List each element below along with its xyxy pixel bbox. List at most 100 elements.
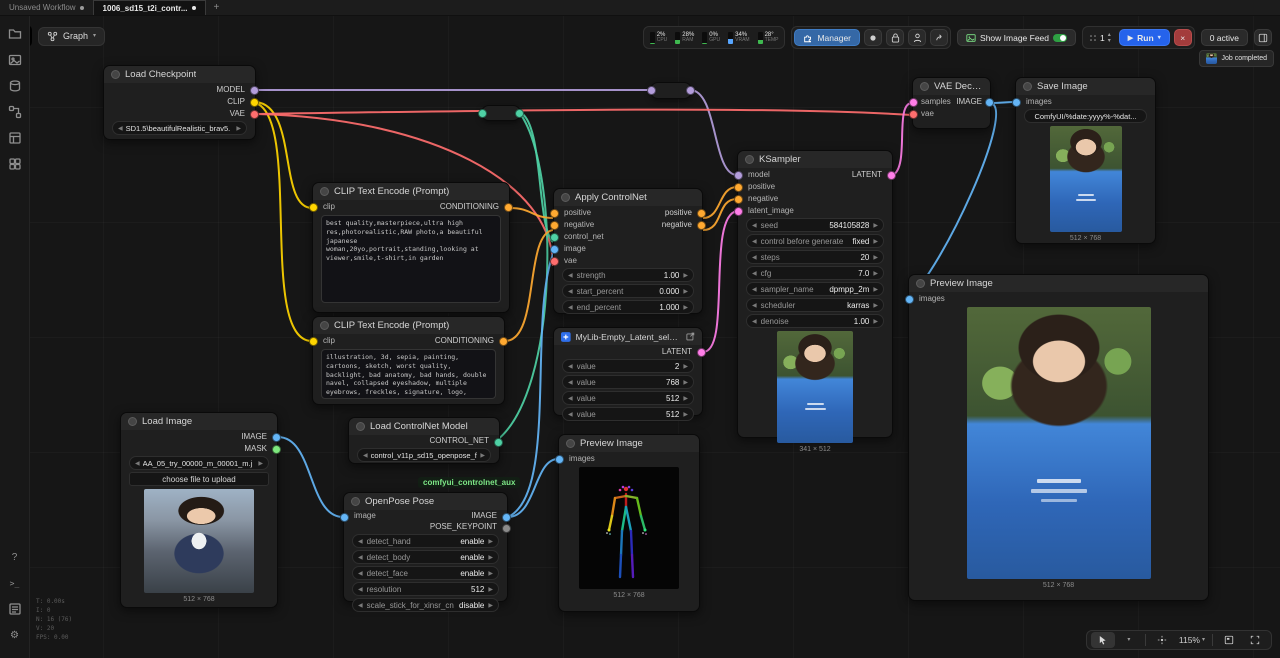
node-empty-latent-select[interactable]: MyLib-Empty_Latent_select3 LATENT ◀ valu… [553,327,703,416]
node-vae-decode[interactable]: VAE Deco... samples IMAGE vae [912,77,991,129]
active-jobs-badge[interactable]: 0 active [1201,29,1248,46]
input-slot-image[interactable] [550,245,559,254]
increment-icon[interactable]: ▶ [873,318,878,325]
output-slot-image[interactable] [985,98,994,107]
link-pose-preview[interactable] [508,459,558,517]
output-slot-control-net[interactable] [494,438,503,447]
widget-steps[interactable]: ◀ steps 20 ▶ [746,250,884,264]
input-slot-positive[interactable] [550,209,559,218]
output-slot-latent[interactable] [887,171,896,180]
widget-scale-stick[interactable]: ◀ scale_stick_for_xinsr_cn disable ▶ [352,598,499,612]
widget-detect-face[interactable]: ◀ detect_face enable ▶ [352,566,499,580]
decrement-icon[interactable]: ◀ [568,379,573,386]
decrement-icon[interactable]: ◀ [358,602,363,609]
controlnet-model-combo[interactable]: ◀ control_v11p_sd15_openpose_f ... ▶ [357,448,491,462]
output-slot-conditioning[interactable] [504,203,513,212]
terminal-icon[interactable]: >_ [4,572,26,594]
tab-active-workflow[interactable]: 1006_sd15_t2i_contr... [93,0,206,15]
combo-left-icon[interactable]: ◀ [118,125,123,132]
models-icon[interactable] [4,75,26,97]
input-slot-images[interactable] [1012,98,1021,107]
increment-icon[interactable]: ▶ [873,302,878,309]
decrement-icon[interactable]: ◀ [568,395,573,402]
decrement-icon[interactable]: ◀ [568,304,573,311]
node-load-checkpoint[interactable]: Load Checkpoint MODEL CLIP VAE ◀ SD1.5\b… [103,65,256,140]
output-slot-image[interactable] [272,433,281,442]
combo-right-icon[interactable]: ▶ [258,460,263,467]
widget-control-before-generate[interactable]: ◀ control before generate fixed ▶ [746,234,884,248]
batch-count-stepper[interactable]: 1 ▴▾ [1085,32,1115,44]
open-subgraph-icon[interactable] [686,332,695,341]
combo-left-icon[interactable]: ◀ [363,452,368,459]
widget-detect-body[interactable]: ◀ detect_body enable ▶ [352,550,499,564]
prompt-textarea[interactable]: best quality,masterpiece,ultra high res,… [321,215,501,303]
input-slot-model[interactable] [734,171,743,180]
node-clip-encode-negative[interactable]: CLIP Text Encode (Prompt) clip CONDITION… [312,316,505,405]
image-feed-toggle[interactable] [1053,34,1067,42]
node-load-controlnet-model[interactable]: Load ControlNet Model CONTROL_NET ◀ cont… [348,417,500,464]
status-dot-button[interactable] [864,29,882,46]
link-clip-positive[interactable] [256,102,312,208]
tool-options-chevron[interactable]: ▾ [1117,632,1141,648]
gallery-icon[interactable] [4,49,26,71]
output-slot-clip[interactable] [250,98,259,107]
node-canvas[interactable]: Load Checkpoint MODEL CLIP VAE ◀ SD1.5\b… [0,0,1280,658]
input-slot-control-net[interactable] [550,233,559,242]
decrement-icon[interactable]: ◀ [358,554,363,561]
node-load-image[interactable]: Load Image IMAGE MASK ◀ AA_05_try_00000_… [120,412,278,608]
collapse-dot[interactable] [111,70,120,79]
increment-icon[interactable]: ▶ [488,570,493,577]
fit-view-button[interactable] [1150,632,1174,648]
decrement-icon[interactable]: ◀ [358,570,363,577]
node-preview-main[interactable]: Preview Image images 512 × 768 [908,274,1209,601]
collapse-dot[interactable] [920,82,929,91]
help-icon[interactable]: ? [4,546,26,568]
decrement-icon[interactable]: ◀ [752,286,757,293]
input-slot-images[interactable] [905,295,914,304]
node-openpose-pose[interactable]: OpenPose Pose image IMAGE POSE_KEYPOINT … [343,492,508,602]
decrement-icon[interactable]: ◀ [568,411,573,418]
templates-icon[interactable] [4,127,26,149]
batch-count-value[interactable]: 1 [1100,33,1105,43]
input-slot[interactable] [647,86,656,95]
nodes-icon[interactable] [4,101,26,123]
widget-end-percent[interactable]: ◀ end_percent 1.000 ▶ [562,300,694,314]
input-slot-vae[interactable] [909,110,918,119]
collapse-dot[interactable] [566,439,575,448]
zoom-level-select[interactable]: 115%▾ [1176,632,1208,648]
increment-icon[interactable]: ▶ [683,363,688,370]
input-slot-samples[interactable] [909,98,918,107]
link-model[interactable] [690,90,737,175]
widget-seed[interactable]: ◀ seed 584105828 ▶ [746,218,884,232]
decrement-icon[interactable]: ◀ [568,363,573,370]
increment-icon[interactable]: ▶ [683,272,688,279]
input-slot-latent-image[interactable] [734,207,743,216]
combo-right-icon[interactable]: ▶ [480,452,485,459]
output-slot-positive[interactable] [697,209,706,218]
reroute-controlnet[interactable] [481,105,521,121]
increment-icon[interactable]: ▶ [873,222,878,229]
pointer-tool-button[interactable] [1091,632,1115,648]
filename-prefix-field[interactable]: ComfyUI/%date:yyyy%-%dat... [1024,109,1147,123]
input-slot-negative[interactable] [734,195,743,204]
decrement-icon[interactable]: ◀ [568,288,573,295]
decrement-icon[interactable]: ◀ [568,272,573,279]
increment-icon[interactable]: ▶ [683,395,688,402]
collapse-dot[interactable] [320,321,329,330]
minimap-button[interactable] [1217,632,1241,648]
node-preview-pose[interactable]: Preview Image images [558,434,700,612]
widget-value-2[interactable]: ◀ value 512 ▶ [562,391,694,405]
decrement-icon[interactable]: ◀ [752,302,757,309]
increment-icon[interactable]: ▶ [873,254,878,261]
widget-denoise[interactable]: ◀ denoise 1.00 ▶ [746,314,884,328]
decrement-icon[interactable]: ▾ [1108,38,1111,44]
graph-menu-button[interactable]: Graph ▾ [38,27,105,46]
widget-value-0[interactable]: ◀ value 2 ▶ [562,359,694,373]
decrement-icon[interactable]: ◀ [752,318,757,325]
clear-queue-button[interactable]: × [1174,29,1192,46]
widget-detect-hand[interactable]: ◀ detect_hand enable ▶ [352,534,499,548]
increment-icon[interactable]: ▶ [488,554,493,561]
decrement-icon[interactable]: ◀ [752,270,757,277]
widget-scheduler[interactable]: ◀ scheduler karras ▶ [746,298,884,312]
decrement-icon[interactable]: ◀ [358,538,363,545]
